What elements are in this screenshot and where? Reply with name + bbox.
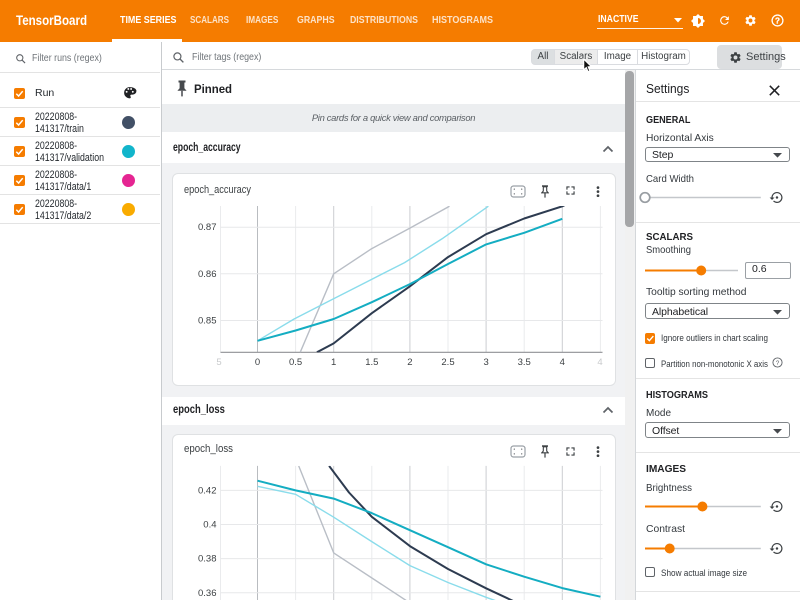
svg-text:0.86: 0.86 (198, 269, 217, 280)
svg-text:4: 4 (597, 357, 602, 368)
svg-text:0.36: 0.36 (198, 587, 217, 598)
svg-text:?: ? (775, 16, 780, 25)
svg-text:4: 4 (560, 357, 565, 368)
svg-text:3: 3 (483, 357, 488, 368)
svg-text:0.5: 0.5 (289, 357, 302, 368)
svg-text:2.5: 2.5 (441, 357, 454, 368)
svg-text:5: 5 (216, 357, 221, 368)
svg-text:0.42: 0.42 (198, 485, 217, 496)
svg-text:3.5: 3.5 (518, 357, 531, 368)
svg-text:0.85: 0.85 (198, 316, 217, 327)
svg-text:0: 0 (255, 357, 260, 368)
svg-text:1.5: 1.5 (365, 357, 378, 368)
svg-text:?: ? (775, 360, 779, 367)
svg-text:0.4: 0.4 (203, 519, 216, 530)
svg-text:1: 1 (331, 357, 336, 368)
svg-text:0.38: 0.38 (198, 553, 217, 564)
svg-text:2: 2 (407, 357, 412, 368)
svg-text:0.87: 0.87 (198, 222, 217, 233)
